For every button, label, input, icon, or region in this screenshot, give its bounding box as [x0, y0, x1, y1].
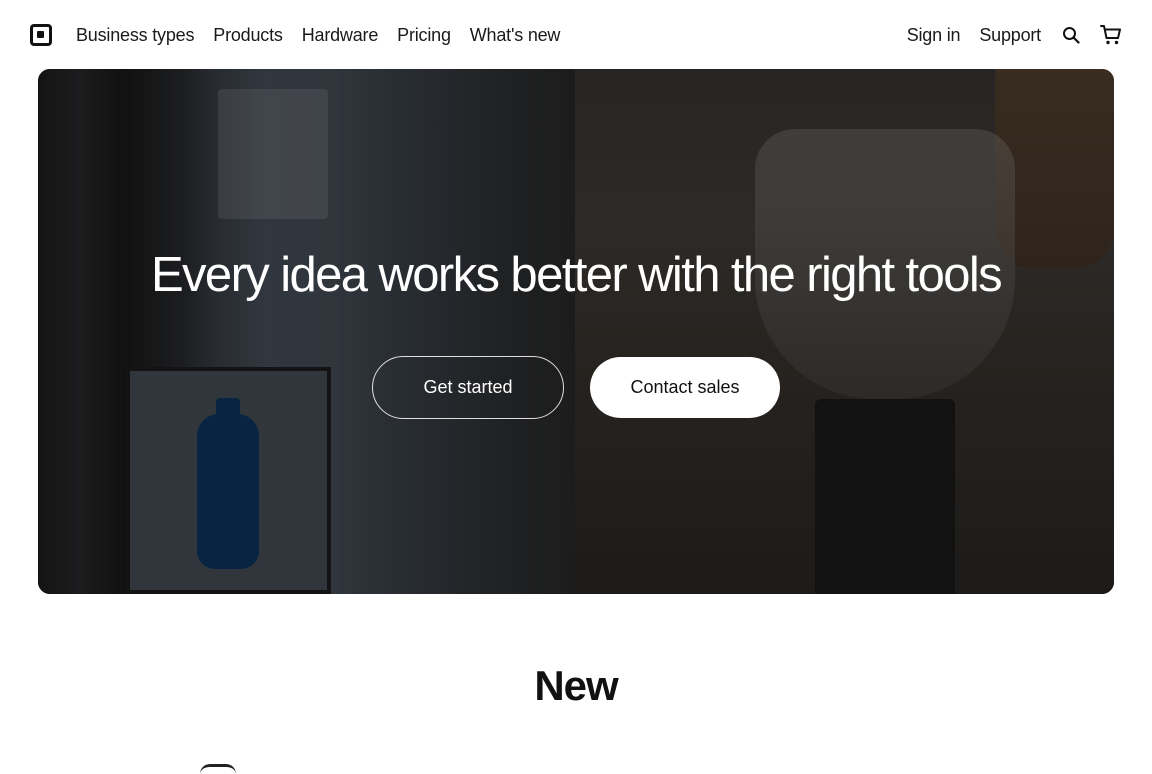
logo-icon[interactable] — [30, 24, 52, 46]
nav-link-products[interactable]: Products — [213, 25, 283, 46]
section-title-new: New — [534, 662, 618, 709]
hero-title: Every idea works better with the right t… — [150, 248, 1003, 302]
nav-link-business-types[interactable]: Business types — [76, 25, 194, 46]
nav-link-pricing[interactable]: Pricing — [397, 25, 451, 46]
section-content-peek — [200, 764, 236, 774]
nav-right: Sign in Support — [907, 24, 1122, 46]
search-icon[interactable] — [1060, 24, 1082, 46]
get-started-button[interactable]: Get started — [372, 356, 564, 419]
nav-link-whats-new[interactable]: What's new — [470, 25, 561, 46]
nav-link-hardware[interactable]: Hardware — [302, 25, 379, 46]
cart-icon[interactable] — [1100, 24, 1122, 46]
nav-left: Business types Products Hardware Pricing… — [30, 24, 579, 46]
support-link[interactable]: Support — [979, 25, 1041, 46]
top-nav: Business types Products Hardware Pricing… — [0, 0, 1152, 70]
hero-buttons: Get started Contact sales — [372, 356, 780, 419]
hero-banner: Every idea works better with the right t… — [38, 69, 1114, 594]
hero-content: Every idea works better with the right t… — [38, 69, 1114, 594]
contact-sales-button[interactable]: Contact sales — [590, 357, 780, 418]
sign-in-link[interactable]: Sign in — [907, 25, 961, 46]
